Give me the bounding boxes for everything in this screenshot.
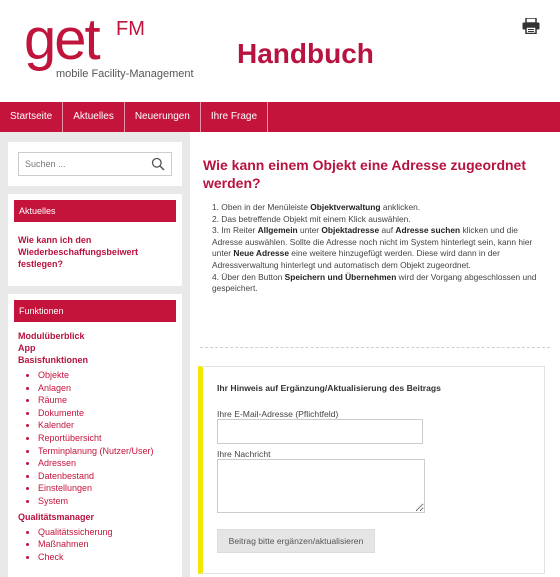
list-item[interactable]: Maßnahmen	[26, 538, 178, 551]
message-label: Ihre Nachricht	[217, 449, 271, 459]
funktionen-widget-title: Funktionen	[14, 300, 176, 322]
main-navigation: Startseite Aktuelles Neuerungen Ihre Fra…	[0, 102, 560, 132]
link-moduluberblick[interactable]: Modulüberblick	[18, 330, 178, 342]
sidebar: Aktuelles Wie kann ich den Wiederbeschaf…	[0, 132, 190, 577]
list-item[interactable]: Datenbestand	[26, 470, 178, 483]
aktuelles-widget: Aktuelles Wie kann ich den Wiederbeschaf…	[8, 194, 182, 286]
article-title: Wie kann einem Objekt eine Adresse zugeo…	[203, 157, 526, 191]
list-item[interactable]: Kalender	[26, 419, 178, 432]
step-4: 4. Über den Button Speichern und Überneh…	[212, 271, 537, 294]
nav-item-startseite[interactable]: Startseite	[0, 102, 64, 132]
submit-button[interactable]: Beitrag bitte ergänzen/aktualisieren	[217, 529, 375, 553]
feedback-form: Ihr Hinweis auf Ergänzung/Aktualisierung…	[198, 366, 545, 574]
main-content: Wie kann einem Objekt eine Adresse zugeo…	[190, 132, 560, 577]
logo-superscript: FM	[116, 18, 145, 40]
list-item[interactable]: Reportübersicht	[26, 432, 178, 445]
funktionen-widget: Funktionen Modulüberblick App Basisfunkt…	[8, 294, 182, 577]
link-qualitatsmanager[interactable]: Qualitätsmanager	[18, 511, 178, 523]
message-textarea[interactable]	[217, 459, 425, 513]
printer-icon[interactable]	[522, 18, 540, 34]
list-item[interactable]: Objekte	[26, 369, 178, 382]
content-divider	[200, 347, 550, 348]
list-item[interactable]: Dokumente	[26, 407, 178, 420]
feedback-form-title: Ihr Hinweis auf Ergänzung/Aktualisierung…	[217, 383, 441, 393]
list-item[interactable]: Check	[26, 551, 178, 564]
list-item[interactable]: System	[26, 495, 178, 508]
link-basisfunktionen[interactable]: Basisfunktionen	[18, 354, 178, 366]
qualitatsmanager-list: Qualitätssicherung Maßnahmen Check	[18, 526, 178, 564]
logo-tagline: mobile Facility-Management	[56, 68, 194, 80]
logo-wordmark: get	[24, 7, 101, 72]
nav-item-ihre-frage[interactable]: Ihre Frage	[201, 102, 269, 132]
link-app[interactable]: App	[18, 342, 178, 354]
step-2: 2. Das betreffende Objekt mit einem Klic…	[212, 213, 411, 224]
email-label: Ihre E-Mail-Adresse (Pflichtfeld)	[217, 409, 339, 419]
list-item[interactable]: Anlagen	[26, 382, 178, 395]
list-item[interactable]: Qualitätssicherung	[26, 526, 178, 539]
aktuelles-widget-title: Aktuelles	[14, 200, 176, 222]
site-header: get FM mobile Facility-Management Handbu…	[0, 0, 560, 102]
search-box	[18, 152, 172, 176]
email-field[interactable]	[217, 419, 423, 444]
page-title: Handbuch	[237, 38, 374, 69]
list-item[interactable]: Einstellungen	[26, 482, 178, 495]
article-steps: 1. Oben in der Menüleiste Objektverwaltu…	[212, 202, 548, 295]
list-item[interactable]: Räume	[26, 394, 178, 407]
nav-item-neuerungen[interactable]: Neuerungen	[125, 102, 201, 132]
basisfunktionen-list: Objekte Anlagen Räume Dokumente Kalender…	[18, 369, 178, 508]
funktionen-list: Modulüberblick App Basisfunktionen Objek…	[18, 330, 178, 566]
step-1: 1. Oben in der Menüleiste Objektverwaltu…	[212, 202, 421, 212]
list-item[interactable]: Terminplanung (Nutzer/User)	[26, 445, 178, 458]
nav-item-aktuelles[interactable]: Aktuelles	[63, 102, 125, 132]
list-item[interactable]: Adressen	[26, 457, 178, 470]
search-widget	[8, 142, 182, 186]
search-input[interactable]	[19, 153, 149, 175]
getfm-logo[interactable]: get FM mobile Facility-Management	[24, 8, 194, 82]
aktuelles-article-link[interactable]: Wie kann ich den Wiederbeschaffungsbeiwe…	[18, 234, 168, 270]
search-icon[interactable]	[151, 157, 165, 171]
step-3: 3. Im Reiter Allgemein unter Objektadres…	[212, 225, 533, 270]
